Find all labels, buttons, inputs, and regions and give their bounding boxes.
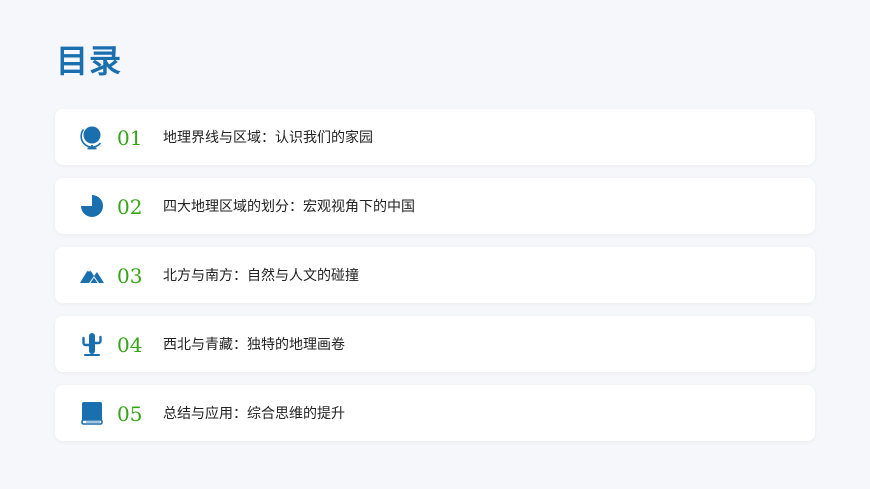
page-title: 目录: [56, 42, 123, 80]
item-label: 地理界线与区域：认识我们的家园: [163, 130, 373, 146]
toc-item-04[interactable]: 04 西北与青藏：独特的地理画卷: [55, 316, 815, 372]
item-number: 03: [117, 264, 143, 288]
item-number: 05: [117, 402, 143, 426]
globe-icon: [79, 124, 105, 150]
toc-list: 01 地理界线与区域：认识我们的家园 02 四大地理区域的划分：宏观视角下的中国: [55, 109, 815, 454]
toc-item-02[interactable]: 02 四大地理区域的划分：宏观视角下的中国: [55, 178, 815, 234]
item-label: 北方与南方：自然与人文的碰撞: [163, 268, 359, 284]
toc-item-05[interactable]: 05 总结与应用：综合思维的提升: [55, 385, 815, 441]
item-label: 四大地理区域的划分：宏观视角下的中国: [163, 199, 415, 215]
mountain-icon: [79, 262, 105, 288]
pie-chart-icon: [79, 193, 105, 219]
item-label: 西北与青藏：独特的地理画卷: [163, 337, 345, 353]
cactus-icon: [79, 331, 105, 357]
item-number: 01: [117, 126, 143, 150]
toc-item-03[interactable]: 03 北方与南方：自然与人文的碰撞: [55, 247, 815, 303]
book-icon: [79, 400, 105, 426]
toc-item-01[interactable]: 01 地理界线与区域：认识我们的家园: [55, 109, 815, 165]
item-label: 总结与应用：综合思维的提升: [163, 406, 345, 422]
toc-slide: 目录 01 地理界线与区域：认识我们的家园 02 四大地理区域的划分：宏观视角下…: [0, 0, 870, 489]
item-number: 04: [117, 333, 143, 357]
item-number: 02: [117, 195, 143, 219]
